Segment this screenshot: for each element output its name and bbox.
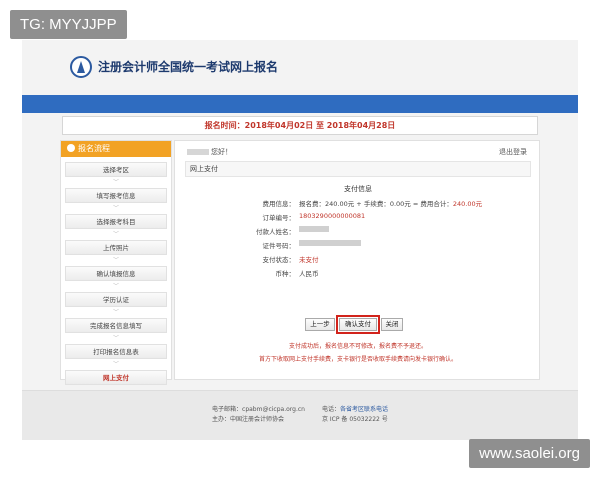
user-greeting: 您好！ bbox=[187, 147, 232, 157]
browser-page: 注册会计师全国统一考试网上报名 报名时间：2018年04月02日 至 2018年… bbox=[22, 40, 578, 440]
process-icon bbox=[67, 144, 75, 152]
chevron-down-icon: ﹀ bbox=[112, 205, 119, 212]
payment-status-value: 未支付 bbox=[299, 256, 319, 264]
step-fill-info[interactable]: 填写报考信息 bbox=[65, 188, 167, 203]
chevron-down-icon: ﹀ bbox=[112, 257, 119, 264]
payment-note-1: 支付成功后，报名信息不可修改，报名费不予退还。 bbox=[288, 343, 427, 350]
sidebar-header: 报名流程 bbox=[61, 141, 171, 157]
step-confirm-info[interactable]: 确认填报信息 bbox=[65, 266, 167, 281]
step-select-area[interactable]: 选择考区 bbox=[65, 162, 167, 177]
order-number-row: 订单编号： 1803290000000081 bbox=[262, 212, 366, 222]
chevron-down-icon: ﹀ bbox=[112, 335, 119, 342]
site-footer: 电子邮箱：cpabm@cicpa.org.cn 主办：中国注册会计师协会 电话：… bbox=[22, 390, 578, 440]
cicpa-logo-icon bbox=[70, 56, 92, 78]
footer-icp: 05032222 号 bbox=[349, 416, 388, 423]
step-list: 选择考区 ﹀ 填写报考信息 ﹀ 选择报考科目 ﹀ 上传照片 ﹀ 确认填报信息 ﹀… bbox=[61, 157, 171, 392]
watermark-bottom-right: www.saolei.org bbox=[469, 439, 590, 468]
id-number-row: 证件号码： bbox=[195, 240, 525, 252]
footer-left: 电子邮箱：cpabm@cicpa.org.cn 主办：中国注册会计师协会 bbox=[212, 406, 305, 423]
previous-step-button[interactable]: 上一步 bbox=[305, 318, 335, 331]
payment-panel: 您好！ 退出登录 网上支付 支付信息 费用信息： 报名费：240.00元 + 手… bbox=[174, 140, 540, 380]
step-online-payment[interactable]: 网上支付 bbox=[65, 370, 167, 385]
footer-email: cpabm@cicpa.org.cn bbox=[242, 406, 305, 413]
fee-info-row: 费用信息： 报名费：240.00元 + 手续费：0.00元 = 费用合计：240… bbox=[262, 200, 483, 208]
chevron-down-icon: ﹀ bbox=[112, 283, 119, 290]
section-title: 网上支付 bbox=[185, 161, 531, 177]
chevron-down-icon: ﹀ bbox=[112, 361, 119, 368]
step-complete-info[interactable]: 完成报名信息填写 bbox=[65, 318, 167, 333]
nav-bar bbox=[22, 95, 578, 113]
payment-info-title: 支付信息 bbox=[344, 185, 372, 193]
step-upload-photo[interactable]: 上传照片 bbox=[65, 240, 167, 255]
order-number-value: 1803290000000081 bbox=[299, 212, 366, 220]
sidebar: 报名流程 选择考区 ﹀ 填写报考信息 ﹀ 选择报考科目 ﹀ 上传照片 ﹀ 确认填… bbox=[60, 140, 172, 385]
fee-info-value: 报名费：240.00元 + 手续费：0.00元 = 费用合计：240.00元 bbox=[299, 200, 483, 208]
redacted-username bbox=[187, 149, 209, 155]
site-header: 注册会计师全国统一考试网上报名 bbox=[22, 40, 578, 95]
payment-note-2: 首方下收取网上支付手续费，支卡银行是否收取手续费请向发卡银行确认。 bbox=[258, 356, 457, 363]
watermark-top-left: TG: MYYJJPP bbox=[10, 10, 127, 39]
footer-sponsor: 中国注册会计师协会 bbox=[230, 416, 285, 423]
close-button[interactable]: 关闭 bbox=[381, 318, 403, 331]
screenshot-root: { "watermarks": {"top_left": "TG: MYYJJP… bbox=[0, 0, 600, 480]
confirm-payment-button[interactable]: 确认支付 bbox=[336, 315, 380, 334]
payer-name-value bbox=[299, 226, 329, 234]
payment-status-row: 支付状态： 未支付 bbox=[262, 256, 319, 264]
chevron-down-icon: ﹀ bbox=[112, 179, 119, 186]
currency-value: 人民币 bbox=[299, 270, 319, 278]
id-number-value bbox=[299, 240, 361, 248]
step-print-form[interactable]: 打印报名信息表 bbox=[65, 344, 167, 359]
registration-date-banner: 报名时间：2018年04月02日 至 2018年04月28日 bbox=[62, 116, 538, 135]
chevron-down-icon: ﹀ bbox=[112, 309, 119, 316]
chevron-down-icon: ﹀ bbox=[112, 231, 119, 238]
site-title: 注册会计师全国统一考试网上报名 bbox=[98, 60, 279, 74]
payer-name-row: 付款人姓名： bbox=[195, 226, 525, 238]
logout-link[interactable]: 退出登录 bbox=[499, 147, 527, 157]
step-degree-verify[interactable]: 学历认证 bbox=[65, 292, 167, 307]
footer-phone-link[interactable]: 各省考区联系电话 bbox=[340, 406, 388, 413]
currency-row: 币种： 人民币 bbox=[275, 270, 319, 278]
footer-right: 电话：各省考区联系电话 京 ICP 备 05032222 号 bbox=[322, 406, 389, 423]
fee-total-amount: 240.00元 bbox=[452, 200, 483, 208]
step-select-subjects[interactable]: 选择报考科目 bbox=[65, 214, 167, 229]
